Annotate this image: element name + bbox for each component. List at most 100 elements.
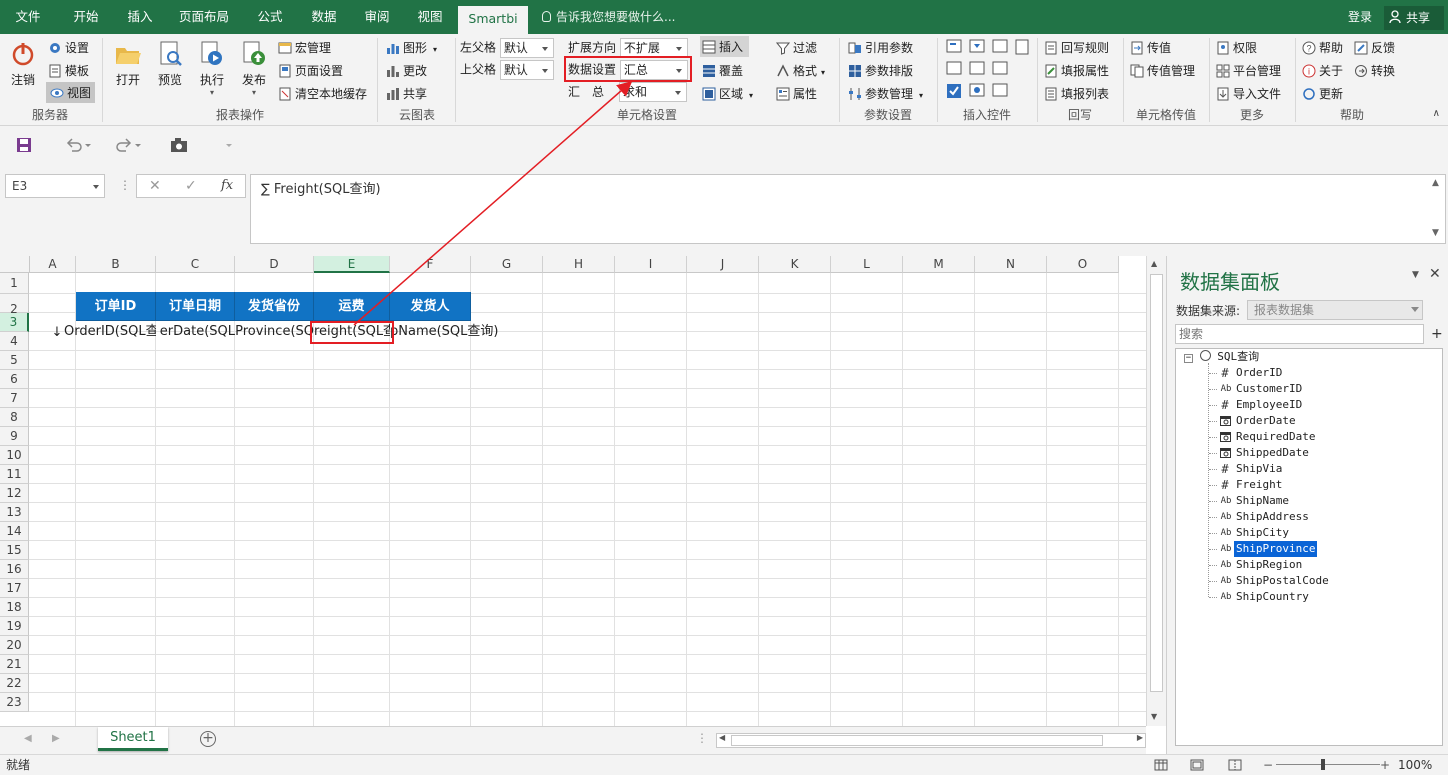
filter-button[interactable]: 过滤 [775, 39, 817, 56]
param-layout-button[interactable]: 参数排版 [848, 62, 913, 79]
expand-direction-select[interactable]: 不扩展 [619, 38, 688, 58]
row-header-15[interactable]: 15 [0, 541, 29, 560]
column-header-M[interactable]: M [903, 256, 975, 273]
row-header-1[interactable]: 1 [0, 273, 29, 294]
row-header-19[interactable]: 19 [0, 617, 29, 636]
column-header-I[interactable]: I [615, 256, 687, 273]
zoom-level[interactable]: 100% [1398, 755, 1432, 775]
row-header-16[interactable]: 16 [0, 560, 29, 579]
preview-button[interactable]: 预览 [152, 40, 188, 88]
left-parent-select[interactable]: 默认 [499, 38, 554, 58]
tab-home[interactable]: 开始 [63, 0, 109, 34]
add-sheet-icon[interactable]: + [200, 731, 216, 747]
tab-insert[interactable]: 插入 [118, 0, 162, 34]
row-header-13[interactable]: 13 [0, 503, 29, 522]
zoom-out-icon[interactable]: − [1263, 755, 1273, 775]
view-button[interactable]: 视图 [46, 82, 96, 103]
fill-props-button[interactable]: 填报属性 [1044, 62, 1109, 79]
ref-param-button[interactable]: 引用参数 [848, 39, 913, 56]
panel-search-input[interactable] [1175, 324, 1424, 344]
scroll-right-icon[interactable]: ▶ [1137, 733, 1143, 742]
scroll-up-icon[interactable]: ▲ [1151, 259, 1157, 268]
zoom-in-icon[interactable]: + [1380, 755, 1390, 775]
customize-qat-icon[interactable] [225, 140, 233, 150]
redo-icon[interactable] [116, 137, 142, 153]
tab-data[interactable]: 数据 [302, 0, 346, 34]
formula-scroll-up-icon[interactable]: ▲ [1432, 178, 1439, 188]
page-layout-view-icon[interactable] [1190, 759, 1204, 771]
vertical-scrollbar[interactable]: ▲ ▼ [1146, 256, 1166, 726]
chart-share-button[interactable]: 共享 [386, 85, 427, 102]
prev-sheet-icon[interactable]: ◀ [24, 733, 32, 744]
control-icons-grid[interactable] [946, 38, 1032, 104]
column-header-H[interactable]: H [543, 256, 615, 273]
column-header-F[interactable]: F [390, 256, 471, 273]
property-button[interactable]: 属性 [776, 85, 817, 102]
normal-view-icon[interactable] [1154, 759, 1168, 771]
column-header-O[interactable]: O [1047, 256, 1119, 273]
tab-file[interactable]: 文件 [6, 0, 50, 34]
column-header-C[interactable]: C [156, 256, 235, 273]
data-cell[interactable]: erDate(SQL [156, 322, 235, 342]
about-button[interactable]: i 关于 [1302, 62, 1343, 79]
save-icon[interactable] [16, 137, 32, 153]
row-header-10[interactable]: 10 [0, 446, 29, 465]
row-header-22[interactable]: 22 [0, 674, 29, 693]
header-cell[interactable]: 订单日期 [156, 292, 235, 321]
source-select[interactable]: 报表数据集 [1247, 300, 1423, 320]
column-header-J[interactable]: J [687, 256, 759, 273]
login-link[interactable]: 登录 [1348, 0, 1372, 34]
row-header-5[interactable]: 5 [0, 351, 29, 370]
macro-manage-button[interactable]: 宏管理 [278, 39, 331, 56]
tab-smartbi[interactable]: Smartbi [458, 6, 528, 34]
formula-scroll-down-icon[interactable]: ▼ [1432, 228, 1439, 238]
param-manage-button[interactable]: 参数管理 ▾ [848, 85, 923, 102]
insert-mode-button[interactable]: 插入 [700, 36, 750, 57]
vertical-scroll-thumb[interactable] [1150, 274, 1163, 692]
collapse-icon[interactable]: − [1184, 354, 1193, 363]
writeback-rules-button[interactable]: 回写规则 [1044, 39, 1109, 56]
row-header-2[interactable]: 2 [0, 294, 29, 316]
column-header-A[interactable]: A [30, 256, 76, 273]
template-button[interactable]: 模板 [48, 62, 89, 79]
row-header-9[interactable]: 9 [0, 427, 29, 446]
tab-review[interactable]: 审阅 [355, 0, 399, 34]
column-header-D[interactable]: D [235, 256, 314, 273]
row-header-8[interactable]: 8 [0, 408, 29, 427]
spreadsheet-grid[interactable]: ABCDEFGHIJKLMNO 1 2 3 4 5 6 7 8 9 10 11 12 13 14 15 16 1… [0, 256, 1146, 726]
help-button[interactable]: ? 帮助 [1302, 39, 1343, 56]
row-header-17[interactable]: 17 [0, 579, 29, 598]
select-all-corner[interactable] [0, 256, 30, 273]
row-header-6[interactable]: 6 [0, 370, 29, 389]
row-header-7[interactable]: 7 [0, 389, 29, 408]
share-button[interactable]: 共享 [1384, 6, 1444, 30]
chart-button[interactable]: 图形 ▾ [386, 39, 437, 56]
next-sheet-icon[interactable]: ▶ [52, 733, 60, 744]
header-cell[interactable]: 运费 [314, 292, 390, 321]
header-cell[interactable]: 发货省份 [235, 292, 314, 321]
row-header-21[interactable]: 21 [0, 655, 29, 674]
column-header-K[interactable]: K [759, 256, 831, 273]
panel-menu-icon[interactable]: ▼ [1412, 270, 1419, 280]
scroll-left-icon[interactable]: ◀ [719, 733, 725, 742]
row-header-3[interactable]: 3 [0, 313, 29, 332]
check-icon[interactable]: ✓ [185, 178, 197, 194]
open-button[interactable]: 打开 [110, 40, 146, 88]
add-dataset-icon[interactable]: + [1431, 326, 1443, 342]
collapse-ribbon-icon[interactable]: ∧ [1433, 108, 1440, 119]
tree-root-sql-query[interactable]: − SQL查询 [1184, 349, 1259, 365]
scroll-down-icon[interactable]: ▼ [1151, 712, 1157, 721]
convert-button[interactable]: 转换 [1354, 62, 1395, 79]
region-button[interactable]: 区域 ▾ [702, 85, 753, 102]
zoom-slider-thumb[interactable] [1321, 759, 1325, 770]
tab-formulas[interactable]: 公式 [248, 0, 292, 34]
row-header-23[interactable]: 23 [0, 693, 29, 712]
update-button[interactable]: 更新 [1302, 85, 1343, 102]
top-parent-select[interactable]: 默认 [499, 60, 554, 80]
column-header-L[interactable]: L [831, 256, 903, 273]
row-header-4[interactable]: 4 [0, 332, 29, 351]
tab-view[interactable]: 视图 [408, 0, 452, 34]
panel-close-icon[interactable]: ✕ [1429, 266, 1441, 282]
tell-me-box[interactable]: 告诉我您想要做什么... [542, 0, 675, 34]
tab-page-layout[interactable]: 页面布局 [172, 0, 236, 34]
